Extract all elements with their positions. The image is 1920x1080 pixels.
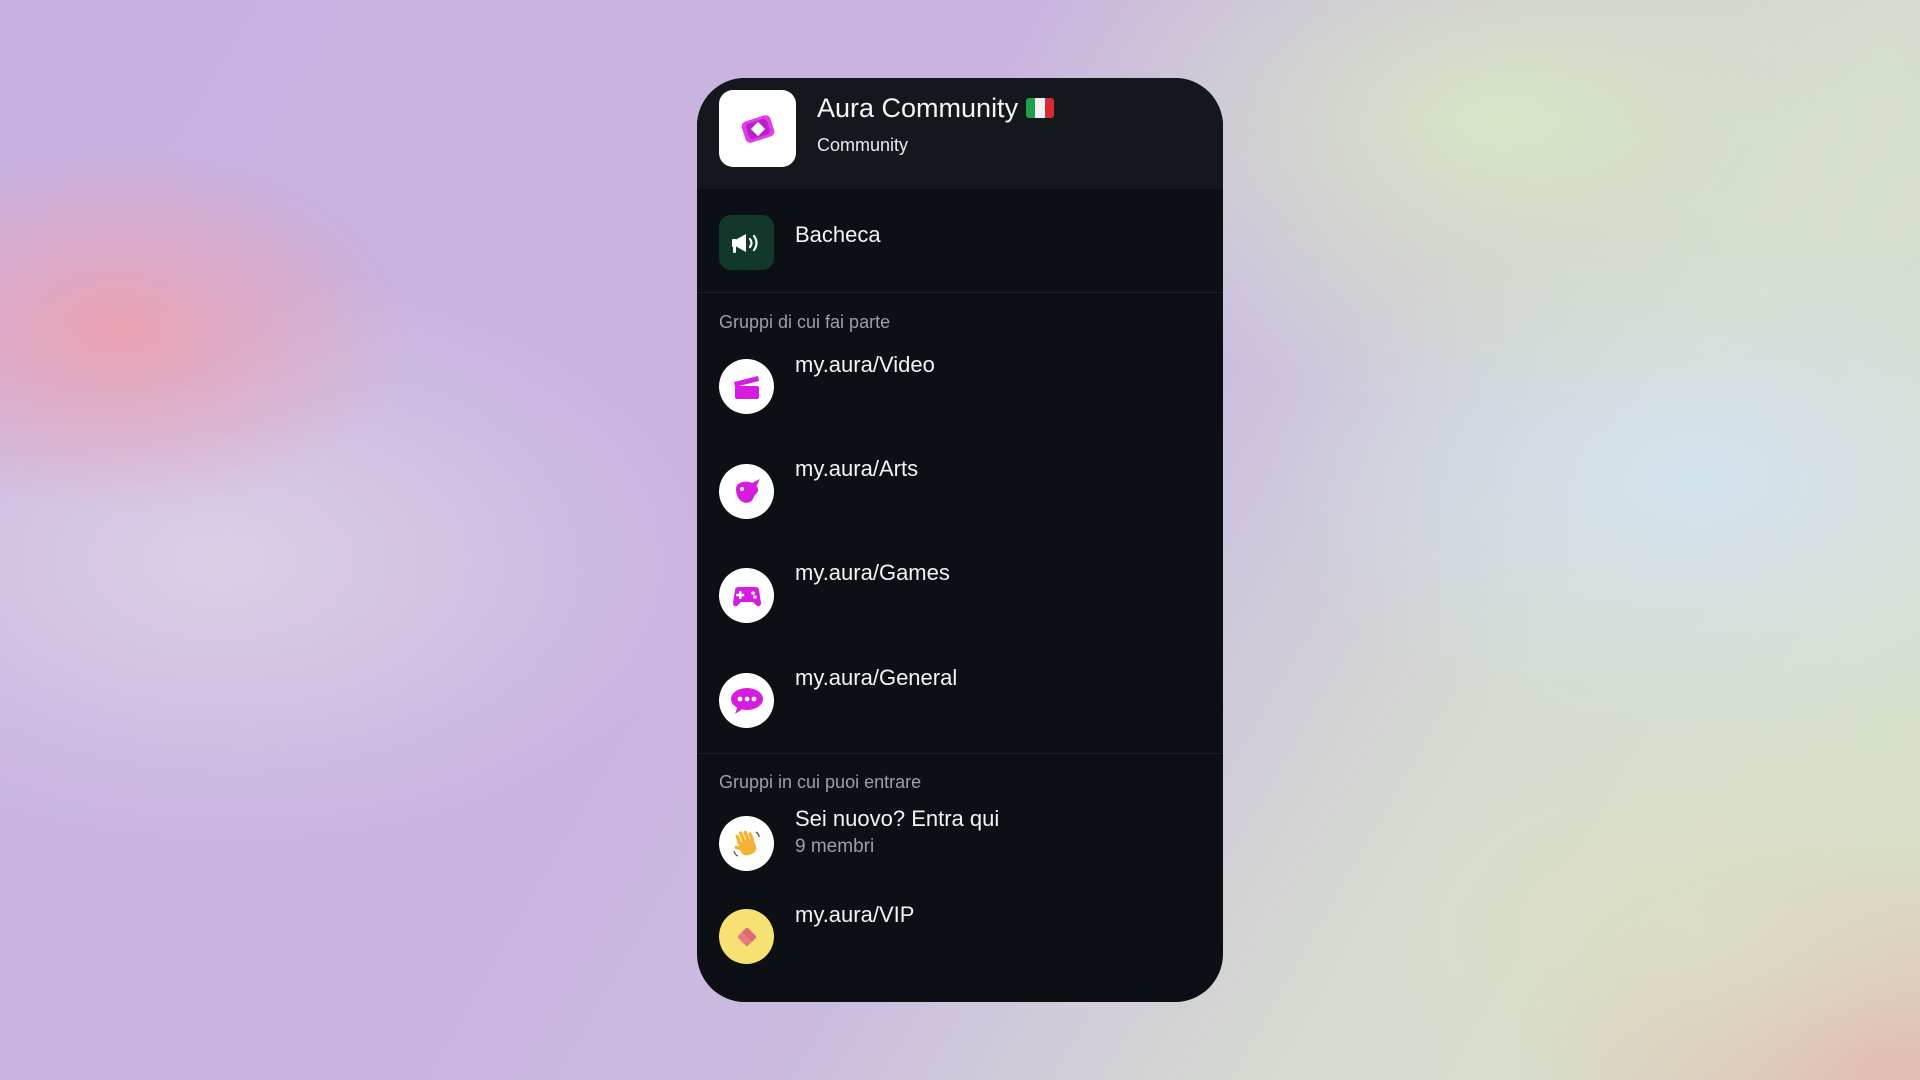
community-title-text: Aura Community: [817, 93, 1019, 123]
group-member-count: 9 membri: [795, 836, 875, 857]
speech-bubble-icon: [719, 673, 774, 728]
community-title: Aura Community: [817, 93, 1055, 124]
joinable-groups-heading: Gruppi in cui puoi entrare: [719, 772, 922, 792]
community-subtitle: Community: [817, 135, 909, 155]
group-row-newcomers[interactable]: Sei nuovo? Entra qui 9 membri: [697, 800, 1223, 890]
group-name: my.aura/Arts: [795, 456, 919, 481]
group-row-arts[interactable]: my.aura/Arts: [697, 448, 1223, 538]
announcements-row[interactable]: Bacheca: [697, 189, 1223, 293]
italy-flag-icon: [1026, 97, 1055, 118]
group-name: my.aura/VIP: [795, 902, 915, 927]
gamepad-icon: [719, 568, 774, 623]
group-name: my.aura/Video: [795, 352, 935, 377]
palette-icon: [719, 464, 774, 519]
clapperboard-icon: [719, 359, 774, 414]
group-row-general[interactable]: my.aura/General: [697, 656, 1223, 746]
group-row-vip[interactable]: my.aura/VIP: [697, 894, 1223, 984]
announcements-label: Bacheca: [795, 222, 881, 247]
group-name: Sei nuovo? Entra qui: [795, 806, 1000, 831]
group-row-games[interactable]: my.aura/Games: [697, 552, 1223, 642]
megaphone-icon: [719, 215, 774, 270]
community-panel: Aura Community Community Bacheca Gruppi …: [697, 78, 1223, 1002]
group-row-video[interactable]: my.aura/Video: [697, 344, 1223, 434]
group-name: my.aura/Games: [795, 560, 950, 585]
section-divider: [697, 753, 1223, 754]
diamond-icon: [719, 909, 774, 964]
group-name: my.aura/General: [795, 665, 958, 690]
community-header[interactable]: Aura Community Community: [697, 78, 1223, 189]
joined-groups-heading: Gruppi di cui fai parte: [719, 312, 891, 332]
waving-hand-icon: [719, 816, 774, 871]
aura-logo-icon: [719, 90, 796, 167]
